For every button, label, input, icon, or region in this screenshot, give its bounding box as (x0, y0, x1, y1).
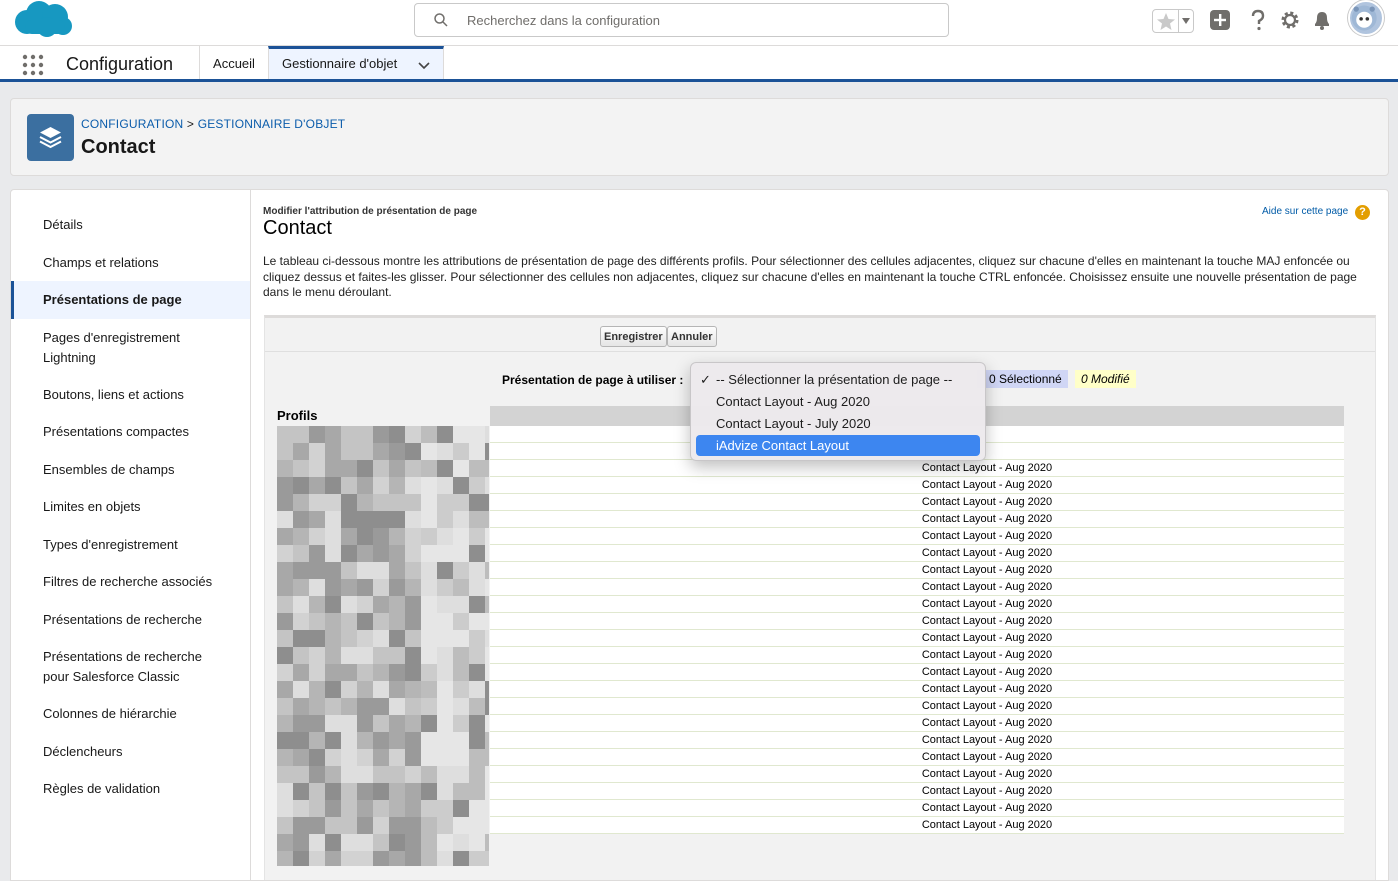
content-title: Contact (263, 217, 332, 239)
sidebar-item-ensembles-champs[interactable]: Ensembles de champs (11, 460, 250, 480)
sidebar-item-presentations-compactes[interactable]: Présentations compactes (11, 422, 250, 442)
table-row[interactable]: Contact Layout - Aug 2020 (490, 749, 1344, 766)
sidebar-item-limites-objets[interactable]: Limites en objets (11, 497, 250, 517)
search-icon (434, 13, 448, 27)
favorites-divider (1178, 10, 1179, 32)
layout-assignment-table: Contact Layout - Aug 2020 Contact Layout … (490, 406, 1344, 834)
user-avatar[interactable] (1348, 0, 1384, 36)
breadcrumb-separator: > (186, 117, 195, 131)
global-actions-icon[interactable] (1208, 8, 1232, 32)
table-row[interactable]: Contact Layout - Aug 2020 (490, 460, 1344, 477)
dropdown-option-aug-2020[interactable]: Contact Layout - Aug 2020 (696, 391, 980, 412)
help-link[interactable]: Aide sur cette page ? (1262, 205, 1370, 220)
breadcrumb-configuration[interactable]: CONFIGURATION (81, 117, 183, 131)
sidebar-item-pages-lightning[interactable]: Pages d'enregistrement Lightning (11, 328, 211, 367)
table-row[interactable]: Contact Layout - Aug 2020 (490, 545, 1344, 562)
table-row[interactable]: Contact Layout - Aug 2020 (490, 732, 1344, 749)
profiles-column-header: Profils (277, 408, 318, 423)
table-row[interactable]: Contact Layout - Aug 2020 (490, 511, 1344, 528)
chevron-down-icon[interactable] (418, 62, 430, 70)
global-header: Recherchez dans la configuration (0, 0, 1398, 46)
layout-select-dropdown[interactable]: ✓ -- Sélectionner la présentation de pag… (690, 362, 986, 461)
checkmark-icon: ✓ (700, 372, 711, 387)
table-row[interactable]: Contact Layout - Aug 2020 (490, 630, 1344, 647)
table-row[interactable]: Contact Layout - Aug 2020 (490, 664, 1344, 681)
app-navigation-bar: Configuration Accueil Gestionnaire d'obj… (0, 46, 1398, 82)
save-button[interactable]: Enregistrer (600, 326, 667, 347)
table-row[interactable]: Contact Layout - Aug 2020 (490, 681, 1344, 698)
sidebar-item-declencheurs[interactable]: Déclencheurs (11, 742, 250, 762)
main-container: Détails Champs et relations Présentation… (10, 189, 1389, 881)
favorites-button[interactable] (1152, 9, 1194, 33)
breadcrumb-gestionnaire-objet[interactable]: GESTIONNAIRE D'OBJET (198, 117, 346, 131)
breadcrumb: CONFIGURATION > GESTIONNAIRE D'OBJET (81, 117, 345, 131)
selected-count-badge: 0 Sélectionné (977, 370, 1068, 388)
layout-select-label: Présentation de page à utiliser : (502, 373, 684, 387)
tab-gestionnaire-objet-label: Gestionnaire d'objet (282, 56, 398, 71)
sidebar-item-presentations-recherche-classic[interactable]: Présentations de recherche pour Salesfor… (11, 647, 221, 686)
table-row[interactable]: Contact Layout - Aug 2020 (490, 494, 1344, 511)
table-row[interactable]: Contact Layout - Aug 2020 (490, 596, 1344, 613)
object-icon (27, 114, 74, 161)
modified-count-badge: 0 Modifié (1075, 370, 1136, 388)
sidebar-item-details[interactable]: Détails (11, 215, 250, 235)
page-subtitle: Modifier l'attribution de présentation d… (263, 206, 478, 217)
sidebar-item-colonnes-hierarchie[interactable]: Colonnes de hiérarchie (11, 704, 250, 724)
gear-icon[interactable] (1278, 8, 1302, 32)
sidebar-item-boutons-liens-actions[interactable]: Boutons, liens et actions (11, 385, 250, 405)
table-row[interactable]: Contact Layout - Aug 2020 (490, 562, 1344, 579)
astro-avatar-icon (1351, 5, 1377, 31)
table-row[interactable]: Contact Layout - Aug 2020 (490, 715, 1344, 732)
tab-gestionnaire-objet[interactable]: Gestionnaire d'objet (268, 46, 444, 79)
table-row[interactable]: Contact Layout - Aug 2020 (490, 613, 1344, 630)
sidebar-item-champs-relations[interactable]: Champs et relations (11, 253, 250, 273)
salesforce-logo-icon[interactable] (13, 0, 73, 40)
layers-icon (39, 127, 62, 149)
table-row[interactable]: Contact Layout - Aug 2020 (490, 766, 1344, 783)
profiles-list-redacted (277, 426, 489, 866)
table-row[interactable]: Contact Layout - Aug 2020 (490, 817, 1344, 834)
notifications-bell-icon[interactable] (1310, 8, 1334, 32)
page-header: CONFIGURATION > GESTIONNAIRE D'OBJET Con… (10, 98, 1389, 176)
table-row[interactable]: Contact Layout - Aug 2020 (490, 698, 1344, 715)
app-launcher-icon[interactable] (22, 54, 44, 76)
sidebar-item-filtres-recherche[interactable]: Filtres de recherche associés (11, 572, 250, 592)
sidebar-item-presentations-recherche[interactable]: Présentations de recherche (11, 610, 250, 630)
page-title: Contact (81, 136, 156, 158)
dropdown-option-july-2020[interactable]: Contact Layout - July 2020 (696, 413, 980, 434)
sidebar: Détails Champs et relations Présentation… (11, 190, 251, 880)
dropdown-option-label: -- Sélectionner la présentation de page … (716, 372, 953, 387)
app-name: Configuration (66, 54, 174, 74)
help-icon[interactable] (1246, 8, 1270, 32)
help-question-icon[interactable]: ? (1355, 205, 1370, 220)
button-bar: Enregistrer Annuler (265, 318, 1375, 352)
dropdown-option-iadvize[interactable]: iAdvize Contact Layout (696, 435, 980, 456)
table-row[interactable]: Contact Layout - Aug 2020 (490, 477, 1344, 494)
search-placeholder: Recherchez dans la configuration (467, 13, 660, 28)
tab-accueil[interactable]: Accueil (199, 46, 268, 79)
table-row[interactable]: Contact Layout - Aug 2020 (490, 647, 1344, 664)
table-row[interactable]: Contact Layout - Aug 2020 (490, 528, 1344, 545)
star-icon (1157, 13, 1175, 30)
table-row[interactable]: Contact Layout - Aug 2020 (490, 783, 1344, 800)
table-row[interactable]: Contact Layout - Aug 2020 (490, 800, 1344, 817)
sidebar-item-types-enregistrement[interactable]: Types d'enregistrement (11, 535, 250, 555)
help-link-label[interactable]: Aide sur cette page (1262, 206, 1348, 217)
cancel-button[interactable]: Annuler (667, 326, 717, 347)
sidebar-item-regles-validation[interactable]: Règles de validation (11, 779, 250, 799)
chevron-down-icon[interactable] (1182, 18, 1190, 24)
sidebar-item-presentations-page[interactable]: Présentations de page (11, 281, 250, 319)
table-row[interactable]: Contact Layout - Aug 2020 (490, 579, 1344, 596)
dropdown-option-none[interactable]: ✓ -- Sélectionner la présentation de pag… (696, 369, 980, 390)
description-text: Le tableau ci-dessous montre les attribu… (263, 254, 1357, 299)
search-input[interactable]: Recherchez dans la configuration (414, 3, 949, 37)
